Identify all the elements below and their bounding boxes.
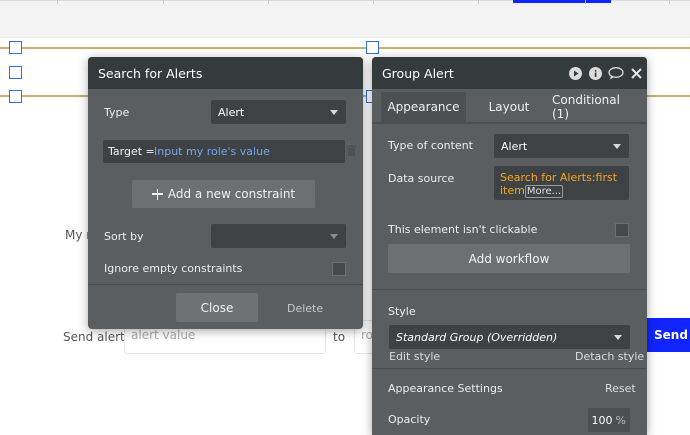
data-source-label: Data source bbox=[388, 172, 455, 185]
more-link[interactable]: More... bbox=[524, 185, 564, 198]
data-source-line1: Search for Alerts:first bbox=[500, 171, 618, 184]
sort-by-label: Sort by bbox=[104, 230, 144, 243]
style-label: Style bbox=[388, 305, 416, 318]
group-top-border bbox=[0, 47, 690, 49]
resize-handle-top-mid[interactable] bbox=[366, 41, 379, 54]
tabs-underline bbox=[372, 122, 647, 124]
caret-down-icon bbox=[330, 110, 338, 115]
ignore-empty-constraints-checkbox[interactable] bbox=[332, 262, 346, 276]
delete-button[interactable]: Delete bbox=[287, 302, 323, 315]
send-button[interactable]: Send bbox=[646, 318, 690, 352]
ruler-tick bbox=[585, 0, 586, 4]
close-button[interactable]: Close bbox=[176, 293, 258, 322]
sort-by-dropdown[interactable] bbox=[211, 224, 346, 248]
comment-icon[interactable] bbox=[608, 67, 624, 80]
resize-handle-mid-left[interactable] bbox=[9, 66, 22, 79]
editor-top-strip bbox=[0, 0, 690, 38]
resize-handle-bottom-left[interactable] bbox=[9, 90, 22, 103]
add-constraint-label: Add a new constraint bbox=[167, 187, 296, 201]
constraint-value-expression[interactable]: Input my role's value bbox=[154, 145, 270, 158]
detach-style-link[interactable]: Detach style bbox=[575, 350, 644, 363]
ruler-tick bbox=[163, 0, 164, 4]
data-source-line2: item bbox=[500, 184, 525, 197]
trash-icon[interactable] bbox=[347, 145, 356, 156]
style-value: Standard Group (Overridden) bbox=[396, 330, 558, 344]
opacity-input[interactable]: 100 % bbox=[588, 408, 630, 432]
type-of-content-dropdown[interactable]: Alert bbox=[494, 134, 629, 158]
type-label: Type bbox=[104, 106, 130, 119]
tab-layout[interactable]: Layout bbox=[480, 92, 538, 122]
panel-title: Group Alert bbox=[372, 57, 647, 89]
opacity-label: Opacity bbox=[388, 413, 431, 426]
top-selection-indicator bbox=[513, 0, 611, 3]
tab-conditional[interactable]: Conditional (1) bbox=[552, 92, 638, 122]
ruler-tick bbox=[57, 0, 58, 4]
caret-down-icon bbox=[613, 144, 621, 149]
caret-down-icon bbox=[614, 335, 622, 340]
type-dropdown-value: Alert bbox=[218, 105, 245, 119]
ruler-tick bbox=[669, 0, 670, 4]
resize-handle-top-left[interactable] bbox=[9, 41, 22, 54]
appearance-settings-label: Appearance Settings bbox=[388, 382, 503, 395]
constraint-key: Target = bbox=[108, 145, 155, 158]
ruler-tick bbox=[373, 0, 374, 4]
reset-link[interactable]: Reset bbox=[605, 382, 636, 395]
not-clickable-checkbox[interactable] bbox=[615, 223, 629, 237]
ruler-tick bbox=[268, 0, 269, 4]
send-alert-label: Send alert bbox=[63, 330, 125, 344]
caret-down-icon bbox=[330, 234, 338, 239]
panel-divider bbox=[372, 368, 647, 369]
style-dropdown[interactable]: Standard Group (Overridden) bbox=[389, 325, 630, 349]
panel-title: Search for Alerts bbox=[88, 57, 363, 89]
close-icon[interactable] bbox=[631, 68, 642, 79]
type-of-content-label: Type of content bbox=[388, 139, 473, 152]
opacity-unit: % bbox=[615, 413, 626, 427]
ruler-tick bbox=[478, 0, 479, 4]
add-workflow-button[interactable]: Add workflow bbox=[388, 244, 630, 273]
data-source-expression[interactable]: Search for Alerts:first item More... bbox=[494, 166, 629, 200]
ignore-empty-constraints-label: Ignore empty constraints bbox=[104, 262, 243, 275]
add-constraint-button[interactable]: Add a new constraint bbox=[132, 180, 315, 208]
tab-appearance[interactable]: Appearance bbox=[381, 92, 466, 122]
panel-divider bbox=[88, 284, 363, 285]
edit-style-link[interactable]: Edit style bbox=[389, 350, 440, 363]
type-of-content-value: Alert bbox=[501, 139, 528, 153]
panel-divider bbox=[372, 289, 647, 290]
plus-icon bbox=[151, 188, 163, 200]
to-label: to bbox=[333, 330, 346, 344]
play-icon[interactable] bbox=[569, 67, 582, 80]
not-clickable-label: This element isn't clickable bbox=[388, 223, 538, 236]
opacity-value: 100 bbox=[591, 413, 613, 427]
type-dropdown[interactable]: Alert bbox=[211, 100, 346, 124]
info-icon[interactable] bbox=[589, 67, 602, 80]
